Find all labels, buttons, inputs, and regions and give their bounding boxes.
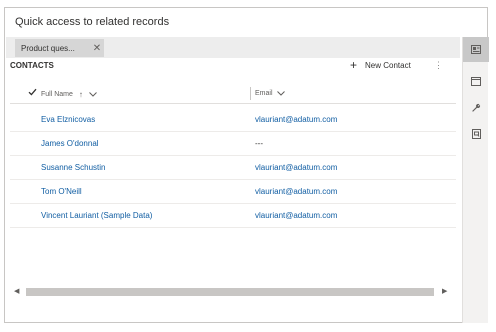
column-full-name[interactable]: Full Name ↑ [41, 90, 97, 99]
sort-ascending-icon: ↑ [78, 90, 83, 99]
contact-email: vlauriant@adatum.com [255, 187, 338, 196]
new-contact-label: New Contact [365, 60, 411, 70]
rail-window-button[interactable] [463, 69, 489, 94]
chevron-down-icon [89, 92, 97, 97]
table-row[interactable]: Susanne Schustin vlauriant@adatum.com [10, 156, 456, 180]
scroll-thumb[interactable] [26, 288, 434, 296]
table-row[interactable]: James O'donnal --- [10, 132, 456, 156]
close-icon[interactable]: ✕ [90, 43, 104, 54]
select-all-checkmark-icon[interactable] [28, 88, 37, 96]
new-contact-button[interactable]: + New Contact [350, 58, 411, 72]
tab-product-questions[interactable]: Product ques... ✕ [15, 39, 104, 57]
contact-name-link[interactable]: Susanne Schustin [41, 163, 106, 172]
grid-toolbar: CONTACTS + New Contact ⋮ [10, 58, 450, 74]
window-icon [471, 77, 481, 86]
contact-name-link[interactable]: Eva Elznicovas [41, 115, 95, 124]
contact-name-link[interactable]: James O'donnal [41, 139, 99, 148]
contact-email: --- [255, 139, 263, 148]
grid-title: CONTACTS [10, 61, 54, 70]
rail-contact-card-button[interactable] [463, 37, 489, 62]
tab-label: Product ques... [21, 43, 75, 53]
tab-strip: Product ques... ✕ [6, 37, 460, 58]
contact-email: vlauriant@adatum.com [255, 163, 338, 172]
column-divider[interactable] [250, 87, 251, 100]
panel-title: Quick access to related records [15, 16, 170, 28]
plus-icon: + [350, 58, 358, 72]
more-options-icon[interactable]: ⋮ [434, 60, 443, 71]
contacts-rows: Eva Elznicovas vlauriant@adatum.com Jame… [10, 108, 456, 228]
column-email-label: Email [255, 90, 273, 97]
side-rail [462, 37, 489, 323]
scroll-right-icon[interactable]: ▶ [442, 287, 447, 295]
contact-email: vlauriant@adatum.com [255, 211, 338, 220]
rail-tools-button[interactable] [463, 95, 489, 120]
contact-name-link[interactable]: Tom O'Neill [41, 187, 82, 196]
column-full-name-label: Full Name [41, 91, 73, 98]
table-row[interactable]: Vincent Lauriant (Sample Data) vlauriant… [10, 204, 456, 228]
document-icon [471, 128, 481, 139]
table-row[interactable]: Eva Elznicovas vlauriant@adatum.com [10, 108, 456, 132]
column-header-row: Full Name ↑ Email [10, 84, 456, 104]
contact-email: vlauriant@adatum.com [255, 115, 338, 124]
column-email[interactable]: Email [255, 90, 285, 97]
chevron-down-icon [276, 91, 285, 96]
scroll-left-icon[interactable]: ◀ [14, 287, 19, 295]
table-row[interactable]: Tom O'Neill vlauriant@adatum.com [10, 180, 456, 204]
wrench-icon [472, 103, 481, 112]
contact-name-link[interactable]: Vincent Lauriant (Sample Data) [41, 211, 152, 220]
contact-card-icon [471, 45, 481, 54]
rail-document-button[interactable] [463, 121, 489, 146]
horizontal-scrollbar[interactable]: ◀ ▶ [10, 286, 456, 298]
